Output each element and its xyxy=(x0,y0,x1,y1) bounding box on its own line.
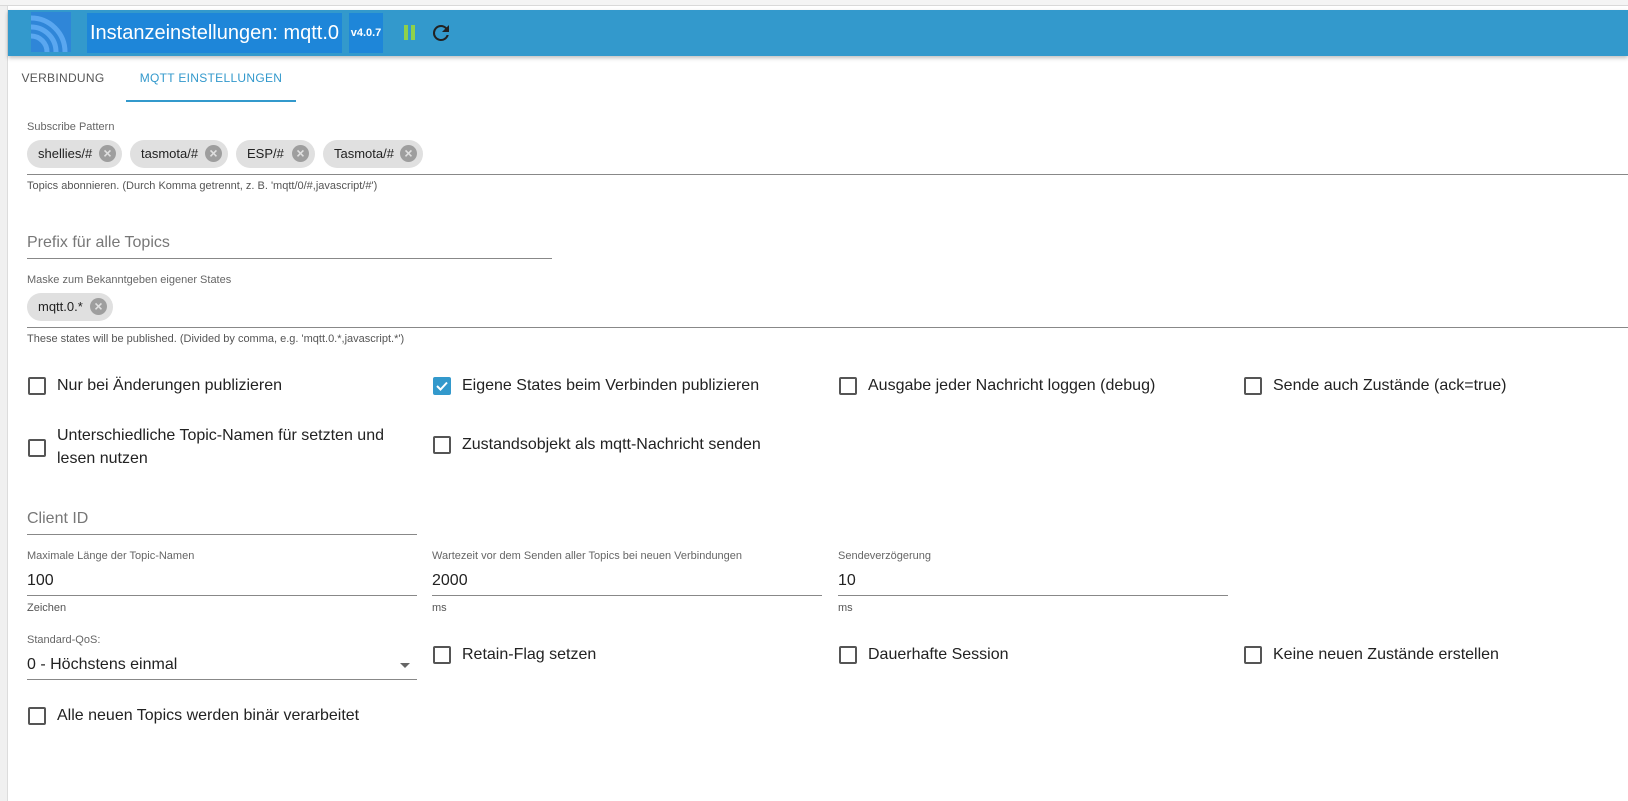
remove-chip-icon[interactable]: × xyxy=(205,145,222,162)
remove-chip-icon[interactable]: × xyxy=(99,145,116,162)
max-topic-length-input[interactable]: 100 xyxy=(27,572,54,590)
send-delay-unit: ms xyxy=(838,602,853,614)
wait-time-underline xyxy=(432,595,822,596)
send-delay-input[interactable]: 10 xyxy=(838,572,856,590)
chip-label: ESP/# xyxy=(247,146,284,161)
max-topic-length-unit: Zeichen xyxy=(27,602,67,614)
max-topic-length-label: Maximale Länge der Topic-Namen xyxy=(27,550,195,562)
tab-mqtt-einstellungen[interactable]: MQTT EINSTELLUNGEN xyxy=(126,56,296,102)
checkbox-retain-flag[interactable] xyxy=(433,646,451,664)
left-scroll-edge xyxy=(0,6,8,801)
dropdown-arrow-icon[interactable] xyxy=(400,663,410,668)
checkbox-debug-log[interactable] xyxy=(839,377,857,395)
chip-publish-mask[interactable]: mqtt.0.* × xyxy=(27,293,113,321)
send-delay-label: Sendeverzögerung xyxy=(838,550,931,562)
send-delay-underline xyxy=(838,595,1228,596)
max-topic-length-underline xyxy=(27,595,417,596)
active-tab-indicator xyxy=(126,100,296,102)
checkbox-state-object-message[interactable] xyxy=(433,436,451,454)
wait-time-unit: ms xyxy=(432,602,447,614)
mqtt-logo-icon xyxy=(31,12,71,52)
qos-label: Standard-QoS: xyxy=(27,634,101,646)
checkbox-label: Sende auch Zustände (ack=true) xyxy=(1273,377,1507,394)
subscribe-pattern-label: Subscribe Pattern xyxy=(27,121,115,133)
prefix-input[interactable]: Prefix für alle Topics xyxy=(27,234,170,252)
publish-mask-label: Maske zum Bekanntgeben eigener States xyxy=(27,274,232,286)
client-id-input-underline xyxy=(27,534,417,535)
chip-subscribe[interactable]: Tasmota/# × xyxy=(323,140,423,168)
checkbox-persistent-session[interactable] xyxy=(839,646,857,664)
qos-select-underline xyxy=(27,679,417,680)
instance-header: Instanzeinstellungen: mqtt.0 v4.0.7 xyxy=(8,10,1628,56)
checkbox-send-ack-true[interactable] xyxy=(1244,377,1262,395)
checkbox-label: Alle neuen Topics werden binär verarbeit… xyxy=(57,707,360,724)
checkbox-label: Keine neuen Zustände erstellen xyxy=(1273,646,1499,663)
tab-verbindung[interactable]: VERBINDUNG xyxy=(8,56,118,102)
remove-chip-icon[interactable]: × xyxy=(400,145,417,162)
pause-icon[interactable] xyxy=(402,25,416,41)
publish-mask-helper-text: These states will be published. (Divided… xyxy=(27,333,405,345)
chip-subscribe[interactable]: shellies/# × xyxy=(27,140,122,168)
checkbox-binary-topics[interactable] xyxy=(28,707,46,725)
checkbox-label: Eigene States beim Verbinden publizieren xyxy=(462,377,760,394)
tab-bar: VERBINDUNG MQTT EINSTELLUNGEN xyxy=(8,56,1628,102)
qos-select[interactable]: 0 - Höchstens einmal xyxy=(27,656,177,674)
reload-icon[interactable] xyxy=(429,21,453,45)
checkbox-only-on-change[interactable] xyxy=(28,377,46,395)
publish-mask-input-underline[interactable] xyxy=(27,327,1628,328)
checkbox-no-new-states[interactable] xyxy=(1244,646,1262,664)
subscribe-helper-text: Topics abonnieren. (Durch Komma getrennt… xyxy=(27,180,378,192)
checkbox-label: Nur bei Änderungen publizieren xyxy=(57,377,283,394)
client-id-input[interactable]: Client ID xyxy=(27,510,88,528)
chip-label: mqtt.0.* xyxy=(38,299,83,314)
wait-time-label: Wartezeit vor dem Senden aller Topics be… xyxy=(432,550,743,562)
chip-label: tasmota/# xyxy=(141,146,199,161)
page-title: Instanzeinstellungen: mqtt.0 xyxy=(87,13,343,53)
subscribe-input-underline[interactable] xyxy=(27,174,1628,175)
chip-label: shellies/# xyxy=(38,146,93,161)
remove-chip-icon[interactable]: × xyxy=(292,145,309,162)
window-top-border xyxy=(0,0,1628,6)
checkbox-publish-own-states[interactable] xyxy=(433,377,451,395)
chip-subscribe[interactable]: ESP/# × xyxy=(236,140,315,168)
wait-time-input[interactable]: 2000 xyxy=(432,572,468,590)
checkbox-label-line2: lesen nutzen xyxy=(57,450,148,467)
remove-chip-icon[interactable]: × xyxy=(90,298,107,315)
chip-subscribe[interactable]: tasmota/# × xyxy=(130,140,228,168)
checkbox-different-topic-names[interactable] xyxy=(28,439,46,457)
checkbox-label: Unterschiedliche Topic-Namen für setzten… xyxy=(57,427,384,444)
version-badge: v4.0.7 xyxy=(349,13,383,53)
chip-label: Tasmota/# xyxy=(334,146,394,161)
checkbox-label: Zustandsobjekt als mqtt-Nachricht senden xyxy=(462,436,761,453)
checkbox-label: Retain-Flag setzen xyxy=(462,646,597,663)
checkbox-label: Ausgabe jeder Nachricht loggen (debug) xyxy=(868,377,1156,394)
checkbox-label: Dauerhafte Session xyxy=(868,646,1009,663)
prefix-input-underline xyxy=(27,258,552,259)
